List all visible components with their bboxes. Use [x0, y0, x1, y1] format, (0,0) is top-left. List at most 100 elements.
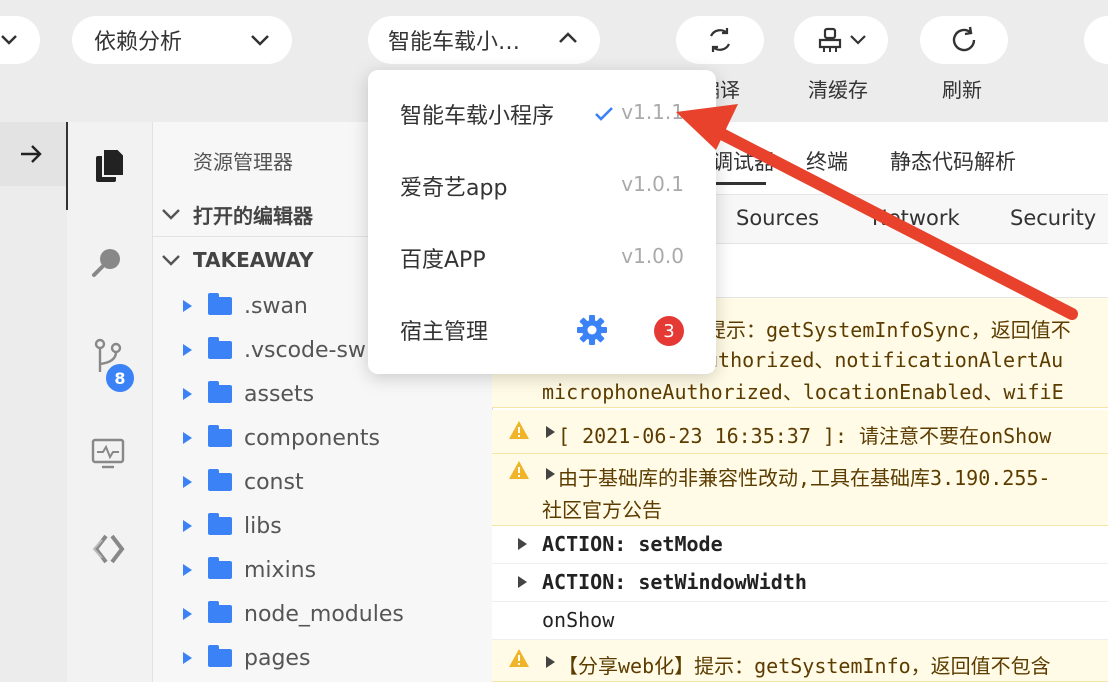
app-select[interactable]: 智能车载小…	[368, 16, 600, 64]
expand-triangle-icon[interactable]	[518, 576, 527, 588]
source-control-badge: 8	[104, 362, 136, 394]
folder-label: mixins	[244, 557, 317, 583]
analysis-select[interactable]: 依赖分析	[72, 16, 292, 64]
expand-triangle-icon[interactable]	[183, 520, 192, 532]
expand-triangle-icon[interactable]	[183, 344, 192, 356]
log-text: ACTION: setMode	[542, 532, 723, 556]
log-text: onShow	[542, 608, 615, 632]
expand-triangle-icon[interactable]	[183, 300, 192, 312]
expand-triangle-icon[interactable]	[183, 388, 192, 400]
files-icon[interactable]	[92, 146, 128, 186]
active-indicator	[66, 122, 68, 210]
clear-cache-label: 清缓存	[808, 78, 868, 102]
expand-triangle-icon[interactable]	[183, 432, 192, 444]
console-log-row: 由于基础库的非兼容性改动,工具在基础库3.190.255- 社区官方公告	[492, 454, 1108, 526]
left-collapsed-select[interactable]	[0, 16, 40, 64]
gear-icon[interactable]	[576, 314, 608, 346]
log-text: 社区官方公告	[542, 498, 662, 522]
arrow-right-icon	[21, 145, 42, 163]
folder-label: components	[244, 425, 380, 451]
refresh-label: 刷新	[942, 78, 982, 102]
folder-item[interactable]: pages	[153, 636, 493, 680]
tab-static-analysis[interactable]: 静态代码解析	[890, 146, 1016, 176]
host-manage-badge: 3	[654, 316, 684, 346]
dropdown-item[interactable]: 百度APP v1.0.0	[368, 222, 716, 294]
folder-icon	[208, 513, 232, 535]
warning-icon	[509, 461, 529, 479]
folder-label: const	[244, 469, 304, 495]
folder-label: pages	[244, 645, 311, 671]
dropdown-item[interactable]: 爱奇艺app v1.0.1	[368, 150, 716, 222]
expand-triangle-icon[interactable]	[183, 652, 192, 664]
folder-item[interactable]: mixins	[153, 548, 493, 592]
folder-icon	[208, 469, 232, 491]
project-label: TAKEAWAY	[193, 248, 314, 272]
tab-debugger[interactable]: 调试器	[712, 146, 775, 176]
warning-icon	[509, 649, 529, 667]
expand-triangle-icon[interactable]	[183, 608, 192, 620]
folder-item[interactable]: components	[153, 416, 493, 460]
folder-icon	[208, 601, 232, 623]
folder-icon	[208, 293, 232, 315]
host-manage-item[interactable]: 宿主管理 3	[368, 294, 716, 366]
console-log-row: onShow	[492, 602, 1108, 640]
folder-item[interactable]: node_modules	[153, 592, 493, 636]
log-text: uthorized、notificationAlertAu	[706, 348, 1064, 372]
expand-triangle-icon[interactable]	[546, 468, 555, 480]
expand-triangle-icon[interactable]	[183, 564, 192, 576]
log-text: 由于基础库的非兼容性改动,工具在基础库3.190.255-	[558, 466, 1051, 490]
chevron-down-icon	[162, 255, 180, 266]
folder-item[interactable]: assets	[153, 372, 493, 416]
dropdown-item-version: v1.1.1	[621, 100, 684, 124]
dropdown-item-version: v1.0.0	[621, 244, 684, 268]
devtools-tab-sources[interactable]: Sources	[736, 206, 819, 230]
folder-item[interactable]: libs	[153, 504, 493, 548]
dropdown-item-label: 智能车载小程序	[400, 104, 555, 129]
extension-icon[interactable]	[90, 532, 128, 566]
more-toolbar-button[interactable]	[1084, 16, 1108, 64]
warning-icon	[509, 421, 529, 439]
clear-cache-button[interactable]	[794, 16, 888, 64]
expand-triangle-icon[interactable]	[518, 538, 527, 550]
folder-icon	[208, 557, 232, 579]
console-log-row: ACTION: setMode	[492, 526, 1108, 564]
analysis-select-label: 依赖分析	[94, 30, 183, 55]
log-text: [ 2021-06-23 16:35:37 ]: 请注意不要在onShow	[558, 424, 1052, 448]
dropdown-item-label: 百度APP	[400, 248, 486, 273]
folder-icon	[208, 381, 232, 403]
sync-icon	[710, 28, 730, 52]
expand-triangle-icon[interactable]	[546, 656, 555, 668]
log-text: ACTION: setWindowWidth	[542, 570, 807, 594]
broom-icon	[818, 27, 842, 52]
search-icon[interactable]	[90, 244, 126, 280]
chevron-down-icon	[850, 35, 866, 45]
monitor-icon[interactable]	[90, 436, 126, 472]
folder-label: .vscode-sw	[244, 337, 366, 363]
dropdown-item-selected[interactable]: 智能车载小程序 v1.1.1	[368, 78, 716, 150]
chevron-down-icon	[251, 35, 269, 46]
folder-icon	[208, 337, 232, 359]
devtools-tab-network[interactable]: Network	[872, 206, 960, 230]
expand-triangle-icon[interactable]	[183, 476, 192, 488]
expand-row[interactable]	[0, 122, 67, 186]
tab-terminal[interactable]: 终端	[806, 146, 848, 176]
folder-item[interactable]: const	[153, 460, 493, 504]
devtools-tab-security[interactable]: Security	[1010, 206, 1096, 230]
expand-triangle-icon[interactable]	[546, 426, 555, 438]
chevron-down-icon	[1, 35, 17, 45]
compile-button[interactable]	[676, 16, 764, 64]
dropdown-item-version: v1.0.1	[621, 172, 684, 196]
chevron-up-icon	[559, 32, 577, 43]
folder-icon	[208, 425, 232, 447]
chevron-down-icon	[162, 209, 180, 220]
open-editors-label: 打开的编辑器	[193, 203, 313, 228]
app-select-label: 智能车载小…	[388, 30, 521, 55]
folder-icon	[208, 645, 232, 667]
console-log-row: 【分享web化】提示：getSystemInfo，返回值不包含	[492, 640, 1108, 682]
dropdown-item-label: 爱奇艺app	[400, 176, 508, 201]
folder-label: node_modules	[244, 601, 404, 627]
folder-label: assets	[244, 381, 315, 407]
app-select-dropdown: 智能车载小程序 v1.1.1 爱奇艺app v1.0.1 百度APP v1.0.…	[368, 70, 716, 374]
refresh-button[interactable]	[920, 16, 1008, 64]
log-text: 【分享web化】提示：getSystemInfo，返回值不包含	[558, 654, 1051, 678]
